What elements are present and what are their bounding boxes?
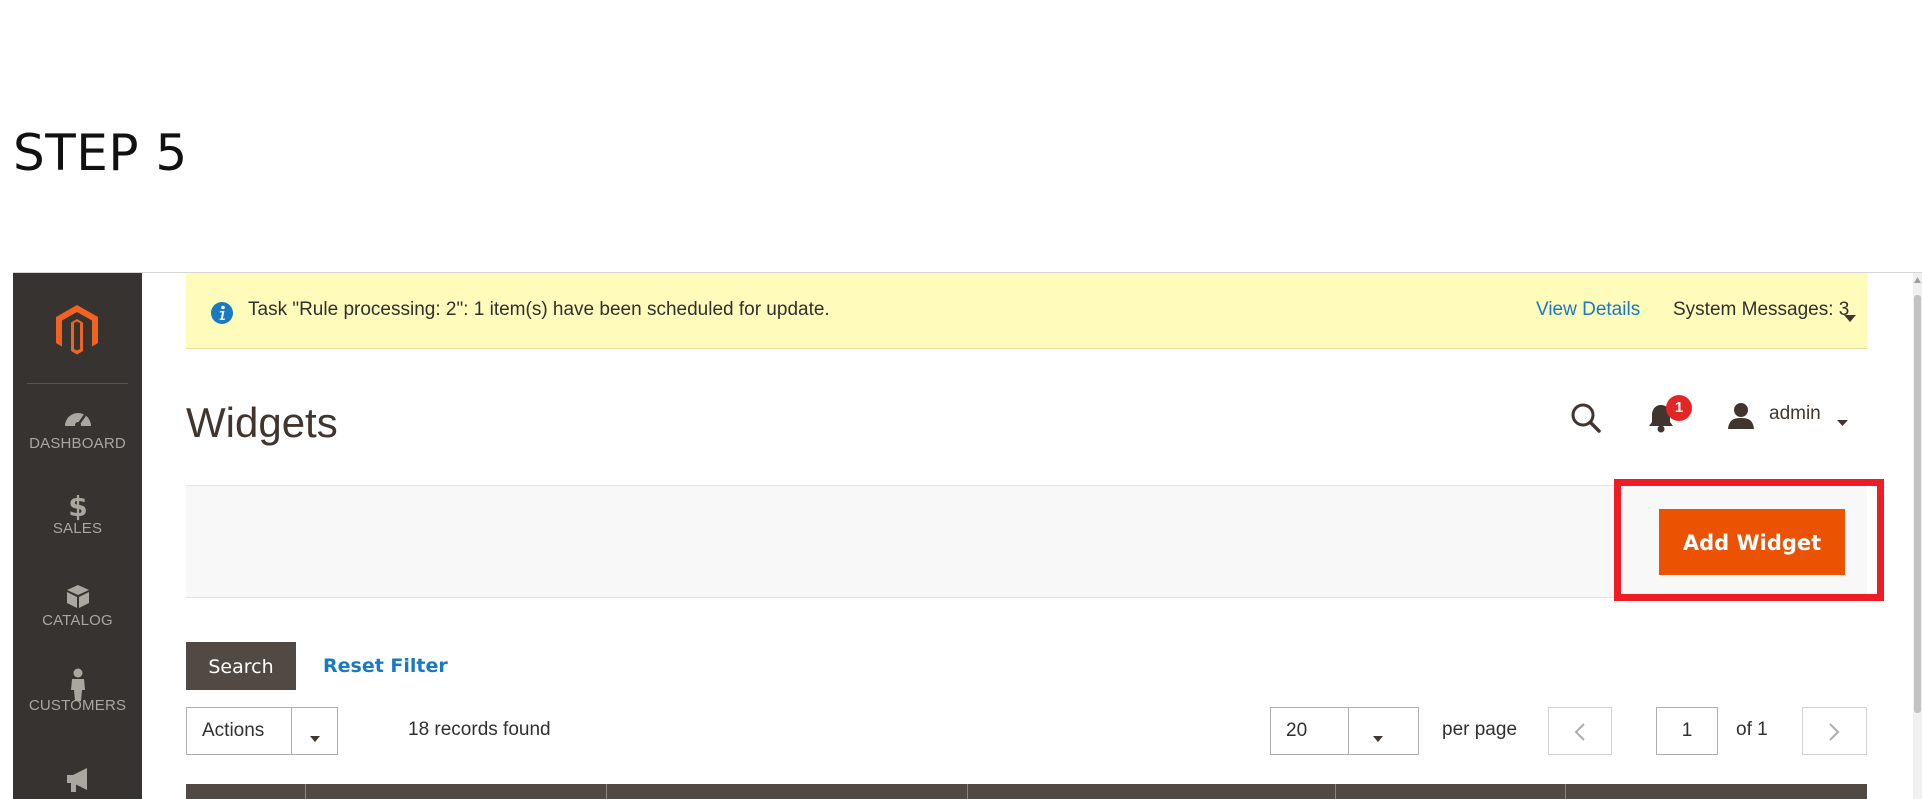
user-icon[interactable] (1727, 402, 1755, 434)
reset-filter-link[interactable]: Reset Filter (323, 655, 448, 677)
sidebar-item-catalog[interactable]: CATALOG (13, 583, 142, 629)
magento-logo[interactable] (13, 273, 142, 383)
dollar-icon: $ (13, 491, 142, 521)
sidebar-item-dashboard[interactable]: DASHBOARD (13, 406, 142, 452)
actions-dropdown[interactable]: Actions (186, 707, 338, 755)
sidebar-item-label: DASHBOARD (29, 435, 126, 452)
column-divider (305, 784, 306, 799)
admin-user-menu[interactable]: admin (1769, 403, 1821, 425)
chevron-down-icon[interactable] (1836, 412, 1849, 431)
system-messages-toggle[interactable]: System Messages: 3 (1673, 299, 1849, 321)
column-divider (1335, 784, 1336, 799)
notification-count-badge[interactable]: 1 (1666, 395, 1692, 421)
column-divider (606, 784, 607, 799)
sidebar-item-customers[interactable]: CUSTOMERS (13, 668, 142, 714)
sidebar-item-marketing[interactable] (13, 767, 142, 796)
column-divider (967, 784, 968, 799)
main-content: Task "Rule processing: 2": 1 item(s) hav… (142, 273, 1922, 799)
dropdown-divider (291, 708, 292, 754)
grid-header-row (186, 784, 1867, 799)
sidebar-item-sales[interactable]: $ SALES (13, 491, 142, 537)
chevron-down-icon[interactable] (1843, 308, 1857, 327)
page-actions-bar (186, 485, 1867, 598)
per-page-value: 20 (1286, 720, 1308, 741)
scrollbar-thumb[interactable] (1914, 295, 1921, 713)
page-title: Widgets (186, 399, 338, 446)
info-icon (210, 301, 234, 329)
column-divider (1565, 784, 1566, 799)
scroll-up-arrow-icon[interactable] (1914, 277, 1921, 283)
notice-message: Task "Rule processing: 2": 1 item(s) hav… (248, 299, 830, 320)
page-total-label: of 1 (1736, 719, 1768, 740)
current-page-input[interactable]: 1 (1656, 707, 1718, 755)
next-page-button[interactable] (1802, 707, 1867, 755)
magento-logo-icon (56, 305, 98, 355)
add-widget-button[interactable]: Add Widget (1659, 509, 1845, 575)
records-found-count: 18 records found (408, 719, 551, 740)
system-notice-bar: Task "Rule processing: 2": 1 item(s) hav… (186, 273, 1867, 349)
search-button[interactable]: Search (186, 642, 296, 690)
chevron-down-icon (1372, 728, 1384, 747)
previous-page-button[interactable] (1548, 707, 1612, 755)
box-icon (13, 583, 142, 609)
search-icon[interactable] (1570, 402, 1602, 438)
view-details-link[interactable]: View Details (1536, 299, 1640, 321)
admin-sidebar: DASHBOARD $ SALES CATALOG CUSTOMERS (13, 273, 142, 799)
chevron-down-icon (309, 728, 321, 747)
person-icon (13, 668, 142, 701)
page-scrollbar[interactable] (1913, 273, 1922, 799)
logo-divider (27, 383, 128, 384)
sidebar-item-label: CATALOG (42, 612, 113, 629)
admin-screen: DASHBOARD $ SALES CATALOG CUSTOMERS Task… (13, 272, 1922, 799)
per-page-dropdown[interactable]: 20 (1270, 707, 1419, 755)
sidebar-item-label: CUSTOMERS (28, 697, 127, 714)
megaphone-icon (13, 767, 142, 793)
sidebar-item-label: SALES (52, 520, 103, 537)
dashboard-icon (13, 406, 142, 432)
step-title: STEP 5 (13, 124, 188, 182)
dropdown-divider (1348, 708, 1349, 754)
chevron-right-icon (1829, 723, 1840, 741)
chevron-left-icon (1574, 723, 1585, 741)
svg-text:$: $ (68, 491, 87, 521)
per-page-label: per page (1442, 719, 1518, 740)
actions-dropdown-label: Actions (202, 720, 265, 741)
